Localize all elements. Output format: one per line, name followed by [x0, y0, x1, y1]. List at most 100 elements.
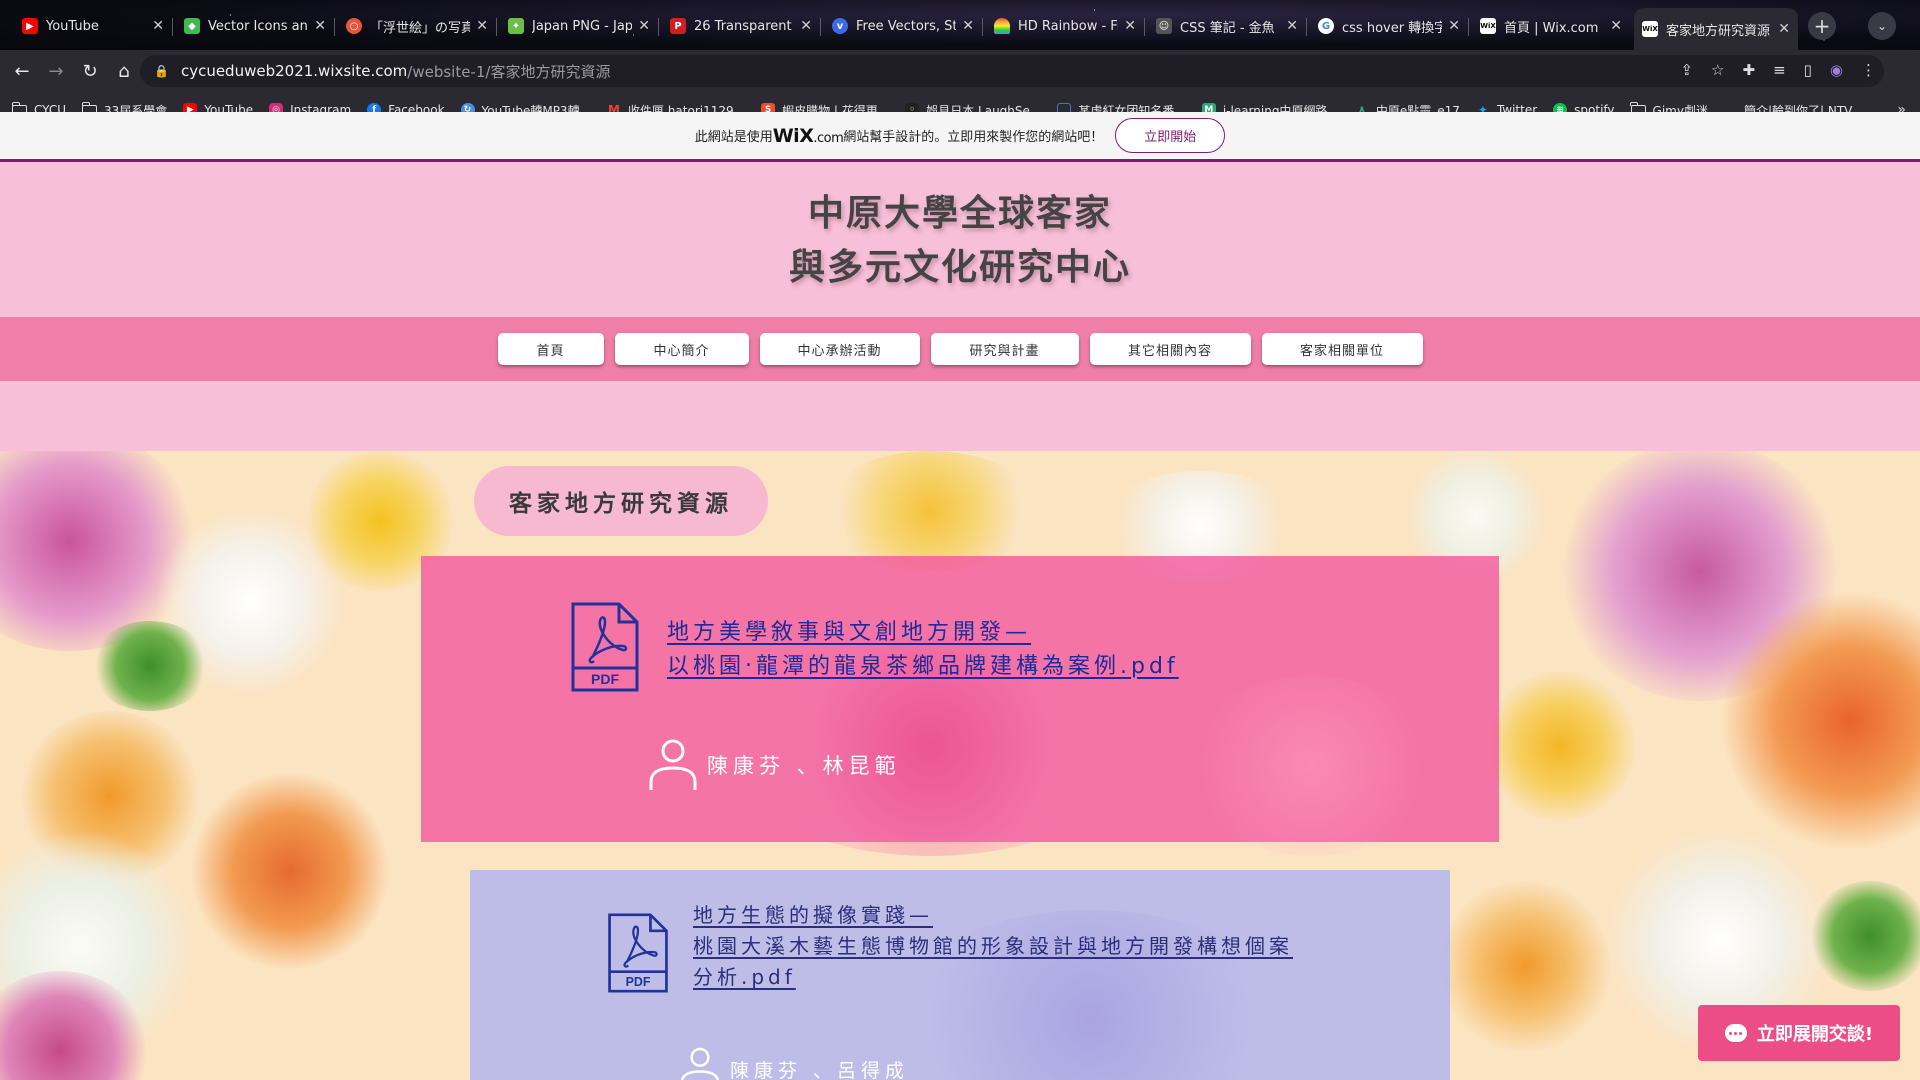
url-host: cycueduweb2021.wixsite.com	[180, 62, 408, 80]
google-icon: G	[1318, 18, 1334, 34]
close-icon[interactable]: ✕	[1286, 18, 1298, 34]
nav-research[interactable]: 研究與計畫	[930, 333, 1079, 365]
site-title-line: 與多元文化研究中心	[788, 247, 1131, 288]
browser-tab[interactable]: ◆ Vector Icons and ✕	[176, 10, 334, 42]
browser-tab-active[interactable]: WiX 客家地方研究資源 ✕	[1634, 8, 1798, 50]
browser-tab[interactable]: WiX 首頁 | Wix.com ✕	[1472, 10, 1630, 42]
wix-icon: WiX	[1642, 21, 1658, 37]
browser-tab-bar: ▶ YouTube ✕ ◆ Vector Icons and ✕ ○ 「浮世絵」…	[0, 0, 1920, 50]
author-row: 陳康芬 、呂得成	[680, 1046, 909, 1080]
tab-title: 客家地方研究資源	[1666, 23, 1771, 39]
vecteezy-favicon: v	[832, 18, 848, 34]
wix-logo: WiX.com	[773, 125, 844, 147]
browser-tab[interactable]: G css hover 轉換字 ✕	[1310, 10, 1468, 42]
pdf-file-icon[interactable]: PDF	[606, 910, 670, 996]
nav-about[interactable]: 中心簡介	[614, 333, 749, 365]
document-link[interactable]: 地方生態的擬像實踐— 桃園大溪木藝生態博物館的形象設計與地方開發構想個案 分析.…	[693, 900, 1293, 993]
browser-tab[interactable]: ✦ Japan PNG - Jap ✕	[500, 10, 658, 42]
tab-separator	[334, 18, 335, 36]
close-icon[interactable]: ✕	[638, 18, 650, 34]
browser-tab[interactable]: ☺ CSS 筆記 - 金魚 ✕	[1148, 10, 1306, 42]
home-button[interactable]: ⌂	[108, 55, 140, 87]
page-heading: 客家地方研究資源	[474, 466, 768, 536]
wix-promo-banner: 此網站是使用 WiX.com 網站幫手設計的。立即用來製作您的網站吧！ 立即開始	[0, 112, 1920, 162]
profile-avatar-icon[interactable]: ◉	[1830, 61, 1843, 79]
back-button[interactable]: ←	[6, 55, 38, 87]
close-icon[interactable]: ✕	[1124, 18, 1136, 34]
reading-list-icon[interactable]: ≡	[1773, 61, 1786, 79]
tab-separator	[820, 18, 821, 36]
browser-menu-icon[interactable]: ⋮	[1861, 61, 1876, 79]
site-header: 中原大學全球客家 與多元文化研究中心	[0, 165, 1920, 317]
chat-button[interactable]: 立即展開交談!	[1698, 1005, 1900, 1061]
banner-text: 網站幫手設計的。立即用來製作您的網站吧！	[843, 130, 1104, 145]
nav-events[interactable]: 中心承辦活動	[759, 333, 920, 365]
forward-button[interactable]: →	[40, 55, 72, 87]
browser-toolbar: ← → ↻ ⌂ 🔒 cycueduweb2021.wixsite.com/web…	[0, 50, 1920, 92]
tab-separator	[1144, 18, 1145, 36]
nav-hakka-units[interactable]: 客家相關單位	[1261, 333, 1423, 365]
browser-tab[interactable]: P 26 Transparent ✕	[662, 10, 820, 42]
author-names: 陳康芬 、林昆範	[707, 754, 901, 778]
tab-separator	[982, 18, 983, 36]
document-link[interactable]: 地方美學敘事與文創地方開發— 以桃園‧龍潭的龍泉茶鄉品牌建構為案例.pdf	[667, 616, 1179, 684]
document-title-line: 桃園大溪木藝生態博物館的形象設計與地方開發構想個案	[693, 934, 1293, 958]
tab-title: HD Rainbow - Fre	[1018, 18, 1118, 34]
browser-tab[interactable]: HD Rainbow - Fre ✕	[986, 10, 1144, 42]
tab-title: Free Vectors, Sto	[856, 18, 957, 34]
pngtree-favicon: ✦	[508, 18, 524, 34]
share-icon[interactable]: ⇪	[1680, 61, 1693, 79]
tab-title: CSS 筆記 - 金魚	[1180, 20, 1275, 36]
tab-title: Vector Icons and	[208, 18, 309, 34]
side-panel-icon[interactable]: ▯	[1804, 61, 1812, 79]
document-title-line: 以桃園‧龍潭的龍泉茶鄉品牌建構為案例.pdf	[667, 654, 1179, 679]
tab-title: css hover 轉換字	[1342, 20, 1443, 36]
tab-separator	[172, 18, 173, 36]
close-icon[interactable]: ✕	[962, 18, 974, 34]
document-card: PDF 地方生態的擬像實踐— 桃園大溪木藝生態博物館的形象設計與地方開發構想個案…	[470, 870, 1450, 1080]
close-icon[interactable]: ✕	[800, 18, 812, 34]
vector-icons-favicon: ◆	[184, 18, 200, 34]
search-favicon: ○	[346, 18, 362, 34]
wix-logo-suffix: .com	[813, 130, 844, 146]
tab-title: YouTube	[46, 18, 99, 34]
tab-title: 首頁 | Wix.com	[1504, 20, 1599, 36]
tab-separator	[1306, 18, 1307, 36]
document-title-line: 分析.pdf	[693, 965, 796, 989]
header-spacer	[0, 381, 1920, 451]
author-row: 陳康芬 、林昆範	[649, 738, 901, 792]
p-favicon: P	[670, 18, 686, 34]
close-icon[interactable]: ✕	[152, 18, 164, 34]
extensions-icon[interactable]: ✚	[1742, 61, 1755, 79]
svg-text:PDF: PDF	[591, 671, 619, 687]
start-now-button[interactable]: 立即開始	[1115, 118, 1226, 153]
chat-bubble-icon	[1724, 1024, 1747, 1042]
browser-tab[interactable]: ▶ YouTube ✕	[14, 10, 172, 42]
close-icon[interactable]: ✕	[1778, 21, 1790, 37]
banner-text: 此網站是使用	[694, 130, 773, 145]
close-icon[interactable]: ✕	[1610, 18, 1622, 34]
address-bar[interactable]: 🔒 cycueduweb2021.wixsite.com/website-1/客…	[140, 55, 1884, 87]
close-icon[interactable]: ✕	[314, 18, 326, 34]
reload-button[interactable]: ↻	[74, 55, 106, 87]
user-icon	[680, 1047, 720, 1080]
document-title-line: 地方美學敘事與文創地方開發—	[667, 620, 1032, 645]
youtube-icon: ▶	[22, 18, 38, 34]
tab-title: 「浮世絵」の写真	[370, 20, 471, 36]
close-icon[interactable]: ✕	[1448, 18, 1460, 34]
nav-other[interactable]: 其它相關內容	[1089, 333, 1251, 365]
pdf-file-icon[interactable]: PDF	[569, 600, 641, 694]
tab-search-button[interactable]: ⌄	[1868, 12, 1896, 40]
site-title: 中原大學全球客家 與多元文化研究中心	[789, 187, 1131, 295]
browser-tab[interactable]: v Free Vectors, Sto ✕	[824, 10, 982, 42]
site-title-line: 中原大學全球客家	[807, 193, 1112, 234]
new-tab-button[interactable]: +	[1808, 12, 1836, 40]
bookmark-star-icon[interactable]: ☆	[1711, 61, 1724, 79]
document-card: PDF 地方美學敘事與文創地方開發— 以桃園‧龍潭的龍泉茶鄉品牌建構為案例.pd…	[421, 556, 1499, 856]
document-title-line: 地方生態的擬像實踐—	[693, 903, 933, 927]
nav-home[interactable]: 首頁	[497, 333, 604, 365]
browser-tab[interactable]: ○ 「浮世絵」の写真 ✕	[338, 10, 496, 42]
wix-icon: WiX	[1480, 18, 1496, 34]
chat-label: 立即展開交談!	[1756, 1024, 1874, 1045]
close-icon[interactable]: ✕	[476, 18, 488, 34]
